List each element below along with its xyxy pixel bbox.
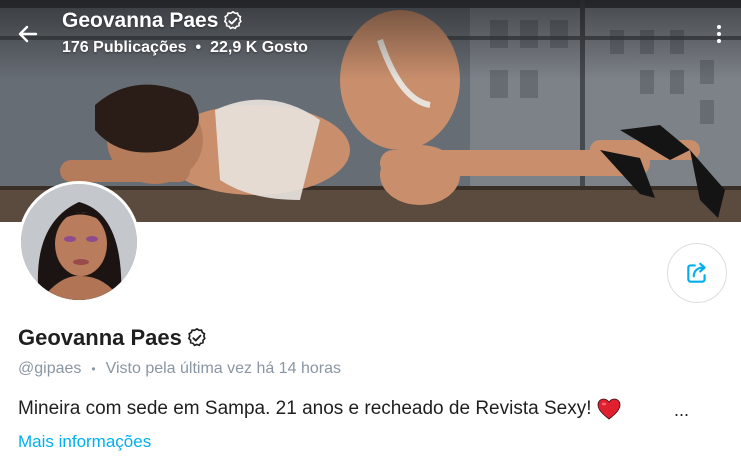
profile-name: Geovanna Paes	[18, 325, 208, 351]
share-button[interactable]	[667, 243, 727, 303]
profile-name-text: Geovanna Paes	[18, 325, 182, 350]
handle-separator: •	[91, 362, 96, 376]
cover-image	[0, 0, 741, 222]
more-info-link[interactable]: Mais informações	[18, 432, 151, 452]
header-title: Geovanna Paes	[62, 9, 244, 33]
verified-badge-icon	[187, 327, 206, 347]
bio-expand-ellipsis[interactable]: ...	[674, 400, 689, 421]
more-options-button[interactable]	[709, 20, 729, 48]
posts-count: 176 Publicações	[62, 39, 187, 56]
last-seen: Visto pela última vez há 14 horas	[105, 360, 341, 377]
share-icon	[687, 262, 706, 283]
profile-handle: @gipaes	[18, 360, 82, 377]
arrow-left-icon	[18, 25, 38, 43]
profile-bio: Mineira com sede em Sampa. 21 anos e rec…	[18, 398, 621, 420]
likes-count: 22,9 K Gosto	[210, 39, 308, 56]
more-vertical-icon	[717, 25, 721, 43]
verified-badge-icon	[224, 10, 243, 30]
bio-text: Mineira com sede em Sampa. 21 anos e rec…	[18, 398, 592, 419]
back-button[interactable]	[8, 14, 48, 54]
header-stats: 176 Publicações • 22,9 K Gosto	[62, 39, 308, 57]
avatar[interactable]	[18, 181, 140, 303]
handle-row: @gipaes • Visto pela última vez há 14 ho…	[18, 360, 341, 378]
stats-separator: •	[195, 39, 202, 56]
header-name: Geovanna Paes	[62, 9, 219, 32]
avatar-image	[21, 184, 137, 300]
heart-icon	[598, 398, 621, 420]
